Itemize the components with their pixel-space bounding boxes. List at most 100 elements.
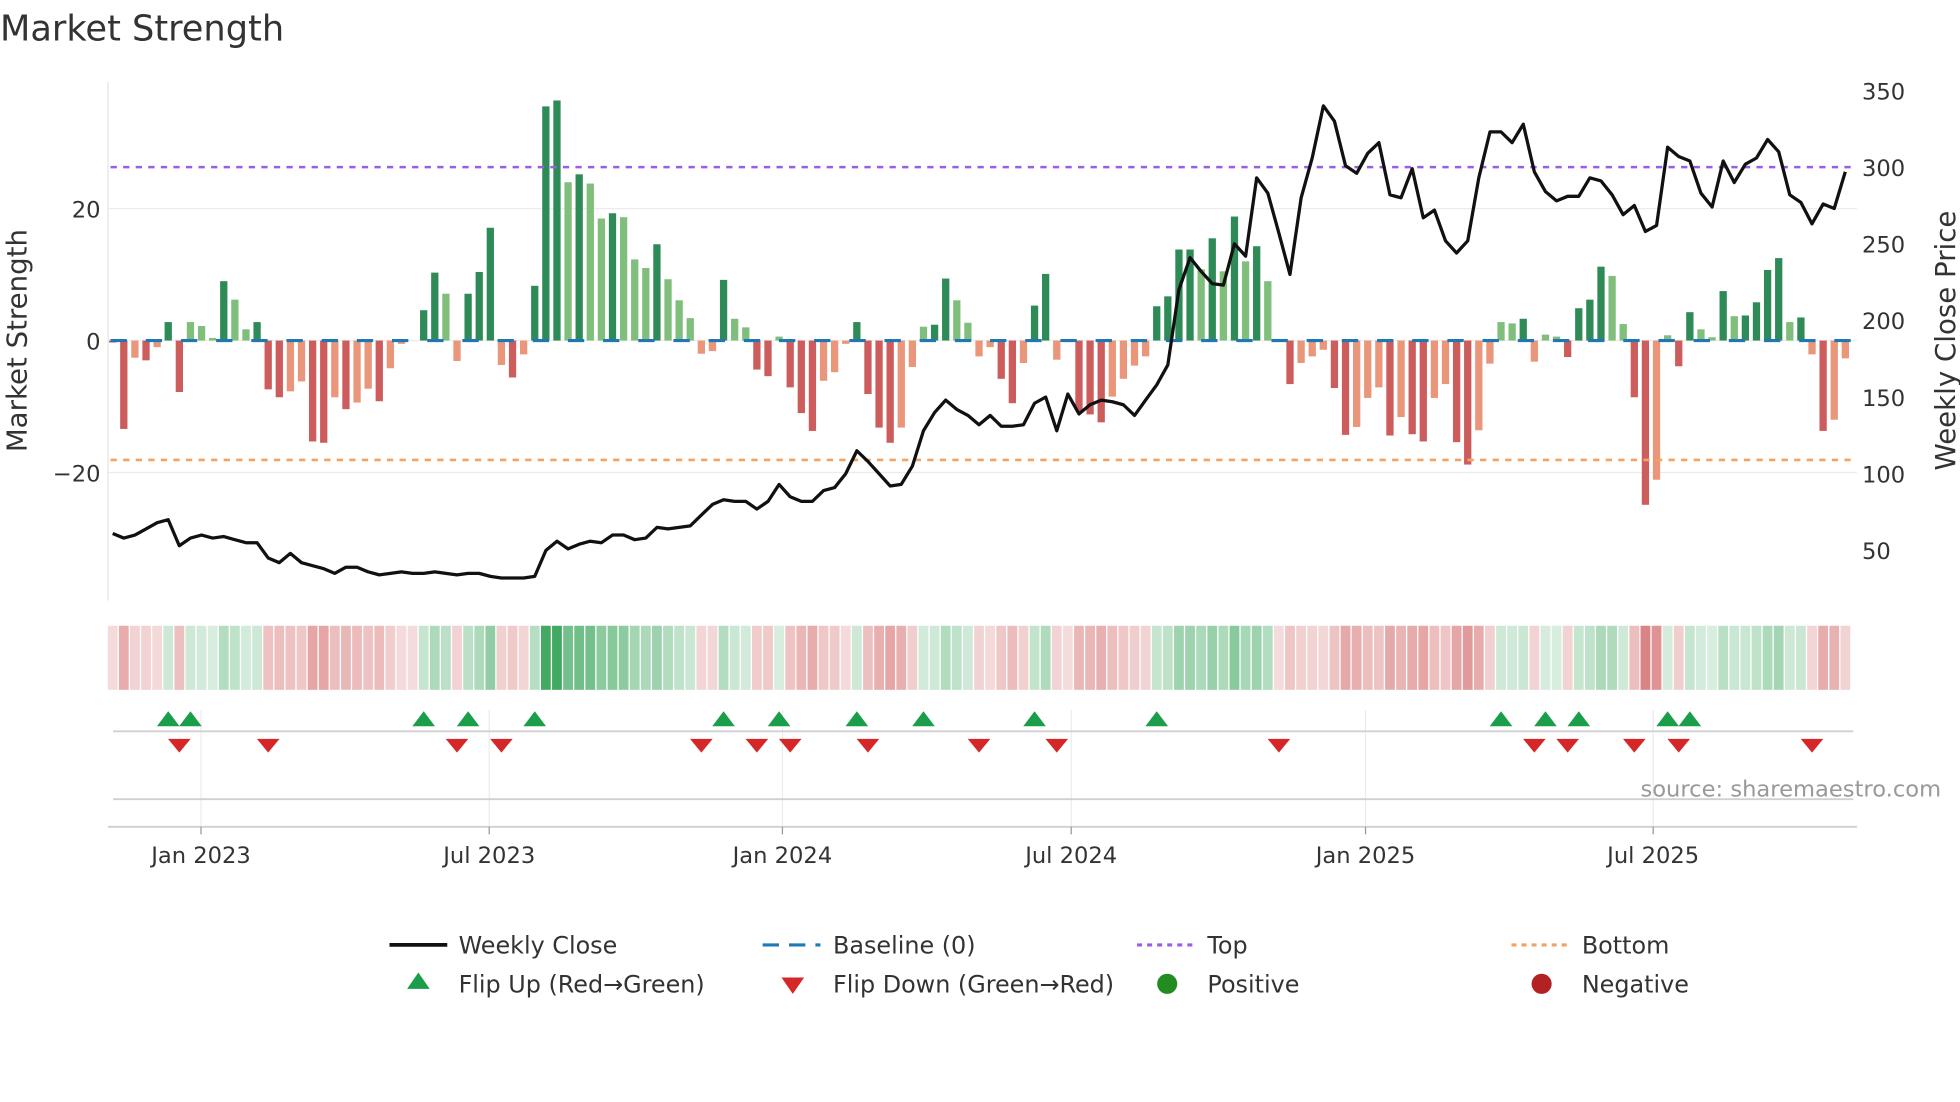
strip-cell [1696,625,1706,690]
strip-cell [1573,625,1584,690]
legend-label: Positive [1207,971,1299,999]
flip-up-marker [1145,711,1169,727]
strip-cell [1274,625,1284,690]
positive-bar [1597,266,1605,341]
negative-bar [1675,340,1683,367]
strip-cell [907,625,918,690]
flip-down-marker [1267,738,1291,753]
positive-bar [653,244,661,341]
positive-bar [1786,322,1794,341]
negative-bar [1286,340,1294,385]
strip-cell [1551,625,1562,690]
positive-bar [1197,269,1205,341]
strip-cell [1362,625,1373,690]
strip-cell [1340,625,1351,690]
negative-bar [1130,340,1139,366]
x-tick-label: Jan 2024 [731,843,833,869]
strip-cell [696,625,707,690]
strip-cell [1118,625,1129,690]
strip-cell [274,625,285,690]
negative-bar [753,340,761,370]
positive-bar [1153,306,1161,341]
flip-down-marker [690,738,713,753]
strip-cell [1007,625,1018,690]
strip-cell [1596,625,1606,690]
negative-bar [142,340,150,361]
positive-bar [442,293,450,341]
flip-down-marker [1523,738,1546,753]
strip-cell [1618,625,1629,690]
legend-flip-up: Flip Up (Red→Green) [407,971,705,999]
strip-cell [1496,625,1506,690]
negative-bar [1419,340,1427,442]
strip-cell [163,625,174,690]
strip-cell [296,625,307,690]
positive-bar [1741,315,1750,341]
negative-bar [1464,340,1472,465]
negative-bar [864,340,872,394]
flip-up-marker [1489,711,1513,727]
positive-bar [1697,329,1705,341]
strip-cell [107,625,118,690]
flip-down-marker [445,738,469,753]
flip-down-marker [856,738,880,753]
strip-cell [363,625,374,690]
y2-tick-label: 250 [1862,233,1905,259]
strip-cell [1318,625,1329,690]
negative-bar [697,340,705,354]
positive-bar [431,272,439,341]
flip-down-marker [256,738,280,753]
strip-cell [707,625,718,690]
strip-cell [130,625,140,690]
strip-cell [329,625,340,690]
strip-cell [1462,625,1473,690]
legend-positive: Positive [1157,971,1299,999]
strip-cell [840,625,851,690]
positive-bar [186,322,195,341]
y2-tick-label: 100 [1862,463,1905,489]
strip-cell [218,625,229,690]
flip-up-marker [1656,711,1679,727]
positive-bar [619,217,628,341]
positive-bar [1497,322,1505,341]
positive-bar [220,281,228,341]
positive-bar [1230,216,1239,341]
flip-up-marker [412,711,435,727]
strip-cell [1540,625,1551,690]
strip-cell [851,625,862,690]
negative-bar [842,340,850,344]
strip-cell [1396,625,1406,690]
positive-bar [1797,317,1805,341]
negative-bar [1119,340,1128,379]
strip-cell [729,625,740,690]
strip-cell [1140,625,1151,690]
x-tick-label: Jan 2025 [1314,843,1416,869]
negative-bar [786,340,794,388]
negative-bar [1452,340,1461,443]
strip-cell [1718,625,1729,690]
strip-cell [1796,625,1806,690]
legend-label: Negative [1582,971,1689,999]
negative-bar [1830,340,1838,420]
legend-bottom: Bottom [1511,932,1669,960]
strip-cell [1673,625,1684,690]
negative-bar [908,340,917,367]
negative-bar [1364,340,1372,398]
negative-bar [297,340,306,382]
positive-bar [597,218,606,341]
negative-bar [320,340,328,443]
strip-cell [863,625,873,690]
strength-bars [109,100,1849,505]
strip-cell [1051,625,1062,690]
negative-bar [1375,340,1383,388]
strip-cell [1773,625,1784,690]
negative-bar [1141,340,1150,357]
strip-cell [1640,625,1651,690]
strip-cell [874,625,884,690]
positive-bar [930,324,939,341]
strip-cell [229,625,240,690]
left-axis-label: Market Strength [0,229,33,452]
negative-bar [497,340,506,365]
positive-bar [1264,281,1272,341]
flip-up-marker [1023,711,1046,727]
